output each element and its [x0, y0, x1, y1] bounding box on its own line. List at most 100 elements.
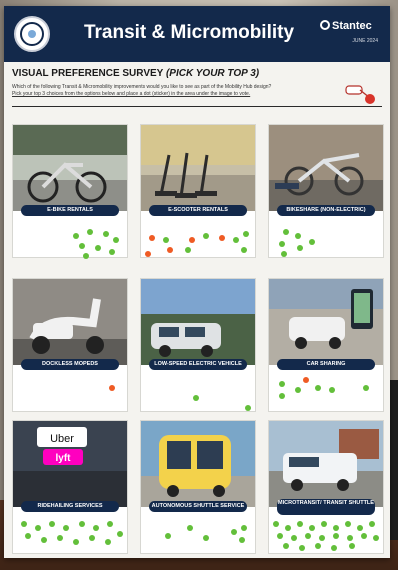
- vote-sticker-green: [231, 529, 237, 535]
- microtransit-shuttle-photo: [269, 421, 383, 507]
- vote-sticker-green: [105, 539, 111, 545]
- survey-poster: Transit & Micromobility Stantec JUNE 202…: [4, 6, 390, 558]
- option-label: MICROTRANSIT/ TRANSIT SHUTTLE: [277, 499, 375, 515]
- vote-sticker-green: [373, 535, 379, 541]
- vote-sticker-green: [57, 535, 63, 541]
- vote-sticker-orange: [189, 237, 195, 243]
- option-label: CAR SHARING: [277, 359, 375, 370]
- stantec-logo: Stantec: [320, 20, 378, 32]
- survey-subtitle: (PICK YOUR TOP 3): [165, 68, 260, 79]
- vote-sticker-green: [321, 521, 327, 527]
- option-card-ridehailing: Uber lyft RIDEHAILING SERVICES: [12, 420, 128, 554]
- vote-sticker-green: [203, 233, 209, 239]
- vote-sticker-orange: [145, 251, 151, 257]
- vote-sticker-green: [319, 535, 325, 541]
- vote-sticker-green: [333, 533, 339, 539]
- option-card-microtransit: MICROTRANSIT/ TRANSIT SHUTTLE: [268, 420, 384, 554]
- vote-sticker-green: [315, 385, 321, 391]
- vote-sticker-green: [241, 525, 247, 531]
- poster-header: Transit & Micromobility Stantec JUNE 202…: [4, 6, 390, 62]
- vote-sticker-green: [203, 535, 209, 541]
- vote-sticker-green: [239, 537, 245, 543]
- vote-sticker-green: [357, 525, 363, 531]
- vote-sticker-green: [245, 405, 251, 411]
- vote-sticker-green: [35, 525, 41, 531]
- option-card-car-sharing: CAR SHARING: [268, 278, 384, 412]
- vote-sticker-green: [279, 241, 285, 247]
- option-label: E-BIKE RENTALS: [21, 205, 119, 216]
- vote-sticker-green: [299, 545, 305, 551]
- vote-sticker-green: [243, 231, 249, 237]
- vote-sticker-orange: [303, 377, 309, 383]
- car-sharing-photo: [269, 279, 383, 365]
- vote-sticker-green: [297, 245, 303, 251]
- instruction-line-2: Pick your top 3 choices from the options…: [12, 91, 251, 97]
- vote-sticker-green: [361, 533, 367, 539]
- vote-sticker-green: [285, 525, 291, 531]
- vote-sticker-green: [295, 233, 301, 239]
- option-card-e-bike: E-BIKE RENTALS: [12, 124, 128, 259]
- option-label: LOW-SPEED ELECTRIC VEHICLE: [149, 359, 247, 370]
- survey-title: VISUAL PREFERENCE SURVEY (PICK YOUR TOP …: [12, 68, 260, 79]
- option-label: RIDEHAILING SERVICES: [21, 501, 119, 512]
- vote-sticker-green: [165, 533, 171, 539]
- vote-sticker-green: [117, 531, 123, 537]
- vote-sticker-green: [49, 521, 55, 527]
- vote-sticker-green: [233, 237, 239, 243]
- option-label: DOCKLESS MOPEDS: [21, 359, 119, 370]
- autonomous-shuttle-photo: [141, 421, 255, 507]
- option-card-autonomous-shuttle: AUTONOMOUS SHUTTLE SERVICE: [140, 420, 256, 554]
- vote-sticker-green: [25, 533, 31, 539]
- vote-sticker-green: [305, 533, 311, 539]
- vote-sticker-green: [21, 521, 27, 527]
- vote-sticker-orange: [219, 235, 225, 241]
- vote-sticker-green: [347, 535, 353, 541]
- vote-sticker-green: [281, 251, 287, 257]
- poster-date: JUNE 2024: [352, 38, 378, 44]
- vote-sticker-green: [315, 543, 321, 549]
- instruction-line-1: Which of the following Transit & Micromo…: [12, 84, 272, 90]
- vote-sticker-green: [297, 521, 303, 527]
- e-bike-photo: [13, 125, 127, 211]
- vote-sticker-green: [277, 533, 283, 539]
- vote-sticker-green: [283, 229, 289, 235]
- vote-sticker-green: [187, 525, 193, 531]
- vote-sticker-green: [309, 525, 315, 531]
- option-card-e-scooter: E-SCOOTER RENTALS: [140, 124, 256, 258]
- vote-sticker-green: [295, 387, 301, 393]
- vote-sticker-green: [193, 395, 199, 401]
- option-label: BIKESHARE (NON-ELECTRIC): [277, 205, 375, 216]
- vote-sticker-green: [283, 543, 289, 549]
- option-card-low-speed-ev: LOW-SPEED ELECTRIC VEHICLE: [140, 278, 256, 412]
- vote-sticker-green: [349, 543, 355, 549]
- hand-pointing-sticker-icon: [345, 85, 375, 104]
- vote-sticker-green: [333, 525, 339, 531]
- vote-sticker-green: [185, 247, 191, 253]
- vote-sticker-orange: [167, 247, 173, 253]
- vote-sticker-green: [79, 521, 85, 527]
- vote-sticker-green: [83, 253, 89, 259]
- vote-sticker-green: [369, 521, 375, 527]
- vote-sticker-green: [103, 231, 109, 237]
- vote-sticker-green: [331, 545, 337, 551]
- vote-sticker-green: [113, 237, 119, 243]
- vote-sticker-green: [89, 535, 95, 541]
- e-scooter-photo: [141, 125, 255, 211]
- option-label: E-SCOOTER RENTALS: [149, 205, 247, 216]
- vote-sticker-green: [41, 537, 47, 543]
- vote-sticker-green: [63, 525, 69, 531]
- vote-sticker-green: [273, 521, 279, 527]
- lyft-logo-text: lyft: [56, 453, 72, 464]
- vote-sticker-green: [73, 233, 79, 239]
- vote-sticker-green: [329, 387, 335, 393]
- ridehailing-photo: Uber lyft: [13, 421, 127, 507]
- vote-sticker-green: [95, 245, 101, 251]
- vote-sticker-green: [291, 535, 297, 541]
- vote-sticker-green: [309, 239, 315, 245]
- vote-sticker-green: [73, 539, 79, 545]
- uber-logo-text: Uber: [50, 433, 74, 445]
- vote-sticker-green: [93, 525, 99, 531]
- vote-sticker-green: [345, 521, 351, 527]
- option-card-dockless-mopeds: DOCKLESS MOPEDS: [12, 278, 128, 412]
- city-seal-logo: [14, 16, 50, 52]
